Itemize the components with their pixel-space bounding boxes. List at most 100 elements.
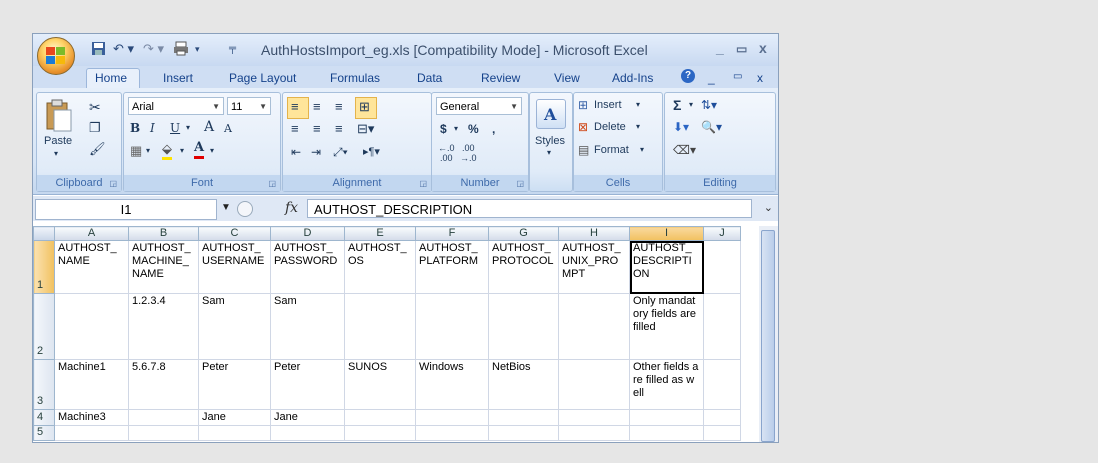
grow-font-button[interactable]: A [204,118,214,136]
cell[interactable]: Only mandatory fields are filled [629,293,704,360]
cell[interactable]: NetBios [488,359,559,410]
font-launcher-icon[interactable]: ◲ [268,179,276,188]
cell[interactable]: Machine3 [54,409,129,426]
tab-data[interactable]: Data [417,71,442,85]
cell[interactable]: Peter [270,359,345,410]
tab-add-ins[interactable]: Add-Ins [612,71,653,85]
select-all-corner[interactable] [33,226,55,241]
cell[interactable] [344,425,416,441]
cell[interactable] [488,293,559,360]
shrink-font-button[interactable]: A [224,120,232,138]
borders-icon[interactable]: ▦ [130,142,142,160]
tab-page-layout[interactable]: Page Layout [229,71,296,85]
cell[interactable]: Peter [198,359,271,410]
cell[interactable] [488,425,559,441]
cell[interactable] [558,425,630,441]
borders-dropdown-icon[interactable]: ▾ [146,142,150,160]
qat-dropdown-icon[interactable]: ▾ [195,41,200,57]
font-color-dropdown-icon[interactable]: ▾ [210,142,214,160]
increase-indent-icon[interactable]: ⇥ [311,143,321,161]
column-header-selected[interactable]: I [629,226,704,241]
cell[interactable]: Sam [198,293,271,360]
cell[interactable] [344,409,416,426]
column-header[interactable]: D [270,226,345,241]
row-header[interactable]: 3 [33,359,55,410]
number-format-combo[interactable]: General ▼ [436,97,522,115]
cell[interactable]: Jane [270,409,345,426]
align-right-icon[interactable]: ≡ [335,120,343,138]
help-icon[interactable]: ? [681,69,695,83]
app-restore-button[interactable]: ▭ [733,71,742,82]
save-icon[interactable] [91,41,106,57]
cell[interactable] [558,409,630,426]
find-select-icon[interactable]: 🔍▾ [701,120,722,134]
close-button[interactable]: x [759,40,767,56]
tab-review[interactable]: Review [481,71,520,85]
currency-button[interactable]: $ [440,120,447,138]
column-header[interactable]: F [415,226,489,241]
restore-button[interactable]: ▭ [736,42,747,56]
cell[interactable] [703,425,741,441]
format-cells-button[interactable]: Format [594,144,629,156]
styles-dropdown-icon[interactable]: ▾ [547,148,551,157]
comma-button[interactable]: , [492,120,495,138]
redo-icon[interactable]: ↷ ▾ [143,41,164,57]
italic-button[interactable]: I [150,119,155,137]
increase-decimal-icon[interactable]: ←.0.00 [438,143,455,163]
delete-cells-button[interactable]: Delete [594,121,626,133]
styles-icon[interactable]: A [536,99,566,129]
fill-color-dropdown-icon[interactable]: ▾ [180,142,184,160]
cell[interactable]: AUTHOST_ NAME [54,240,129,294]
tab-insert[interactable]: Insert [163,71,193,85]
cell[interactable] [488,409,559,426]
cell[interactable]: Other fields are filled as well [629,359,704,410]
cell[interactable]: AUTHOST_ OS [344,240,416,294]
cell[interactable] [128,409,199,426]
autosum-dropdown-icon[interactable]: ▾ [689,100,693,109]
cut-icon[interactable]: ✂ [89,99,101,116]
print-icon[interactable] [173,41,189,57]
minimize-button[interactable]: _ [716,40,724,56]
cell[interactable] [703,293,741,360]
cell[interactable] [198,425,271,441]
merge-center-icon[interactable]: ⊟▾ [357,120,374,138]
font-size-combo[interactable]: 11 ▼ [227,97,271,115]
cell[interactable] [270,425,345,441]
expand-formula-bar-icon[interactable]: ⌄ [764,201,773,214]
clipboard-launcher-icon[interactable]: ◲ [109,179,117,188]
column-header[interactable]: B [128,226,199,241]
cell[interactable] [703,359,741,410]
underline-dropdown-icon[interactable]: ▾ [186,119,190,137]
cell[interactable] [54,425,129,441]
cell[interactable] [703,240,741,294]
formula-input[interactable]: AUTHOST_DESCRIPTION [307,199,752,218]
bold-button[interactable]: B [130,119,140,137]
orientation-icon[interactable]: ⤢▾ [333,143,348,161]
delete-dropdown-icon[interactable]: ▾ [636,122,640,131]
cell[interactable]: AUTHOST_ PROTOCOL [488,240,559,294]
cell[interactable]: Machine1 [54,359,129,410]
cell[interactable]: AUTHOST_ PLATFORM [415,240,489,294]
format-dropdown-icon[interactable]: ▾ [640,145,644,154]
name-box-dropdown-icon[interactable]: ▼ [221,202,231,213]
decrease-indent-icon[interactable]: ⇤ [291,143,301,161]
paste-dropdown-icon[interactable]: ▾ [54,149,58,158]
undo-icon[interactable]: ↶ ▾ [113,41,134,57]
cell[interactable]: AUTHOST_ PASSWORD [270,240,345,294]
alignment-launcher-icon[interactable]: ◲ [419,179,427,188]
cell[interactable]: AUTHOST_ USERNAME [198,240,271,294]
cell[interactable] [54,293,129,360]
cell[interactable]: 1.2.3.4 [128,293,199,360]
cell[interactable] [629,409,704,426]
insert-dropdown-icon[interactable]: ▾ [636,100,640,109]
active-cell[interactable]: AUTHOST_ DESCRIPTION [629,240,704,294]
align-left-icon[interactable]: ≡ [291,120,299,138]
bottom-align-icon[interactable]: ≡ [335,98,343,116]
office-button-icon[interactable] [37,37,75,75]
delete-cells-icon[interactable]: ⊠ [578,120,588,134]
cell[interactable] [415,425,489,441]
paste-icon[interactable] [45,99,73,138]
vertical-scrollbar[interactable] [759,226,778,442]
cell[interactable] [128,425,199,441]
cell[interactable] [415,293,489,360]
